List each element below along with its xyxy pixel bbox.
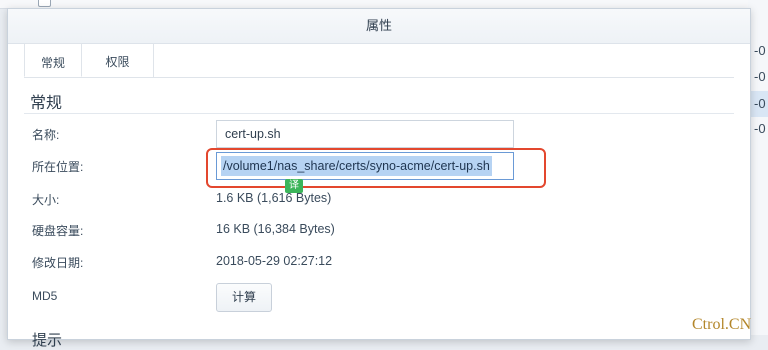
name-field[interactable]: cert-up.sh	[216, 120, 514, 148]
calculate-md5-button[interactable]: 计算	[216, 283, 272, 312]
disk-size-value: 16 KB (16,384 Bytes)	[216, 222, 335, 236]
watermark-text: Ctrol.CN	[692, 316, 752, 333]
tab-general[interactable]: 常规	[24, 43, 82, 77]
annotation-highlight-box	[206, 148, 546, 188]
location-label: 所在位置:	[32, 160, 84, 174]
background-list-item[interactable]: -0	[748, 116, 768, 142]
modified-date-label: 修改日期:	[32, 256, 84, 270]
dialog-title[interactable]: 属性	[8, 9, 750, 44]
tab-bar: 常规 权限	[24, 43, 734, 78]
background-file-list: -0 -0 -0 -0	[748, 0, 768, 335]
disk-size-label: 硬盘容量:	[32, 224, 84, 238]
size-label: 大小:	[32, 193, 60, 207]
properties-dialog: 属性 常规 权限 常规 名称: cert-up.sh 所在位置: /volume…	[7, 8, 751, 349]
section-title-general: 常规	[30, 95, 63, 112]
md5-label: MD5	[32, 289, 58, 303]
background-list-item[interactable]: -0	[748, 38, 768, 64]
section-divider	[24, 113, 734, 114]
background-list-item[interactable]: -0	[748, 91, 768, 117]
size-value: 1.6 KB (1,616 Bytes)	[216, 191, 332, 205]
tab-permissions[interactable]: 权限	[82, 43, 154, 77]
section-title-next: 提示	[32, 332, 63, 349]
modified-date-value: 2018-05-29 02:27:12	[216, 254, 333, 268]
background-list-item[interactable]: -0	[748, 64, 768, 90]
name-label: 名称:	[32, 128, 60, 142]
background-row-checkbox[interactable]	[38, 0, 51, 7]
